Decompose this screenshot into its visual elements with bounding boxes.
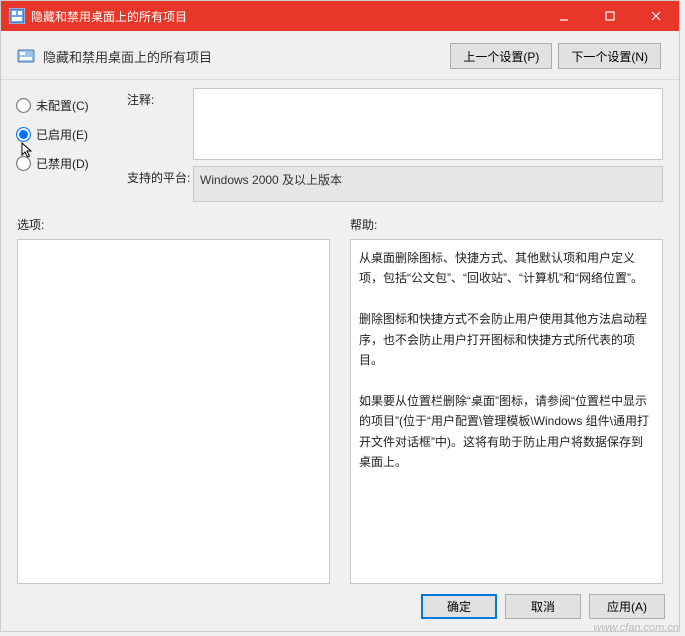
comment-input[interactable] <box>193 88 663 160</box>
next-setting-button[interactable]: 下一个设置(N) <box>558 43 661 69</box>
window-controls <box>541 1 679 31</box>
footer: 确定 取消 应用(A) <box>1 584 679 631</box>
radio-disabled-input[interactable] <box>16 156 31 171</box>
header-row: 隐藏和禁用桌面上的所有项目 上一个设置(P) 下一个设置(N) <box>1 31 679 75</box>
state-radio-group: 未配置(C) 已启用(E) 已禁用(D) <box>17 88 127 208</box>
apply-button[interactable]: 应用(A) <box>589 594 665 619</box>
platform-label: 支持的平台: <box>127 166 193 202</box>
radio-enabled-label: 已启用(E) <box>36 126 88 143</box>
minimize-button[interactable] <box>541 1 587 31</box>
policy-icon <box>17 47 35 65</box>
policy-name: 隐藏和禁用桌面上的所有项目 <box>43 47 444 66</box>
radio-not-configured[interactable]: 未配置(C) <box>17 97 127 114</box>
help-box[interactable]: 从桌面删除图标、快捷方式、其他默认项和用户定义项，包括“公文包”、“回收站”、“… <box>350 239 663 584</box>
close-button[interactable] <box>633 1 679 31</box>
radio-disabled[interactable]: 已禁用(D) <box>17 155 127 172</box>
form-column: 注释: 支持的平台: Windows 2000 及以上版本 <box>127 88 663 208</box>
config-section: 未配置(C) 已启用(E) 已禁用(D) 注释: 支持的平台: Windo <box>1 80 679 208</box>
help-column: 帮助: 从桌面删除图标、快捷方式、其他默认项和用户定义项，包括“公文包”、“回收… <box>350 210 663 584</box>
dialog-window: 隐藏和禁用桌面上的所有项目 隐藏和禁用桌面上的所有项目 上一个设置(P) 下一个… <box>0 0 680 632</box>
titlebar: 隐藏和禁用桌面上的所有项目 <box>1 1 679 31</box>
radio-not-configured-input[interactable] <box>16 98 31 113</box>
ok-button[interactable]: 确定 <box>421 594 497 619</box>
maximize-button[interactable] <box>587 1 633 31</box>
options-label: 选项: <box>17 216 330 233</box>
options-box[interactable] <box>17 239 330 584</box>
app-icon <box>9 8 25 24</box>
help-label: 帮助: <box>350 216 663 233</box>
cancel-button[interactable]: 取消 <box>505 594 581 619</box>
platform-value: Windows 2000 及以上版本 <box>193 166 663 202</box>
radio-enabled[interactable]: 已启用(E) <box>17 126 127 143</box>
radio-not-configured-label: 未配置(C) <box>36 97 89 114</box>
prev-setting-button[interactable]: 上一个设置(P) <box>450 43 552 69</box>
radio-enabled-input[interactable] <box>16 127 31 142</box>
window-title: 隐藏和禁用桌面上的所有项目 <box>31 8 541 25</box>
options-column: 选项: <box>17 210 330 584</box>
comment-label: 注释: <box>127 88 193 160</box>
radio-disabled-label: 已禁用(D) <box>36 155 89 172</box>
lower-section: 选项: 帮助: 从桌面删除图标、快捷方式、其他默认项和用户定义项，包括“公文包”… <box>1 208 679 584</box>
